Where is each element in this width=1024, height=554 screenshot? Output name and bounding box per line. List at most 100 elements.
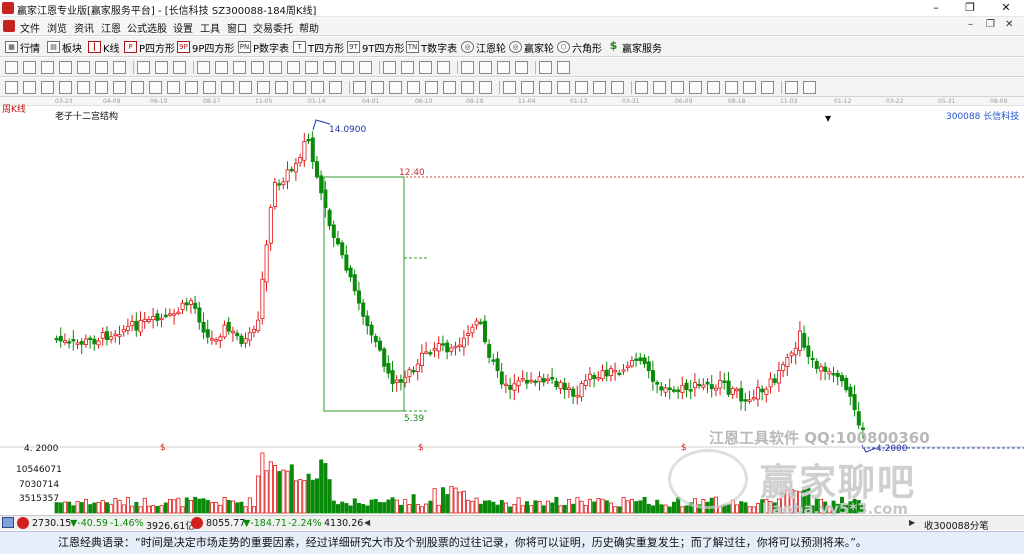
fan-icon[interactable] xyxy=(155,61,168,74)
ray-icon[interactable] xyxy=(371,81,384,94)
arc-icon[interactable] xyxy=(137,61,150,74)
select-icon[interactable] xyxy=(23,81,36,94)
menu-help[interactable]: 帮助 xyxy=(299,20,319,35)
menu-file[interactable]: 文件 xyxy=(20,20,40,35)
fib-icon[interactable] xyxy=(113,81,126,94)
fan-icon[interactable] xyxy=(443,81,456,94)
arc-icon[interactable] xyxy=(437,61,450,74)
menu-formula-select[interactable]: 公式选股 xyxy=(127,20,167,35)
ray-icon[interactable] xyxy=(383,61,396,74)
fan-icon[interactable] xyxy=(149,81,162,94)
cursor-icon[interactable] xyxy=(305,61,318,74)
line-icon[interactable] xyxy=(59,81,72,94)
channel-icon[interactable] xyxy=(95,81,108,94)
box-icon[interactable] xyxy=(539,81,552,94)
cycle-icon[interactable] xyxy=(221,81,234,94)
arrow-icon[interactable] xyxy=(803,81,816,94)
grid-icon[interactable] xyxy=(761,81,774,94)
fib-icon[interactable] xyxy=(113,61,126,74)
select-icon[interactable] xyxy=(611,81,624,94)
fib-icon[interactable] xyxy=(707,81,720,94)
line-icon[interactable] xyxy=(59,61,72,74)
select-icon[interactable] xyxy=(311,81,324,94)
p-square-button[interactable]: P P四方形 xyxy=(124,39,175,55)
winner-service-button[interactable]: $ 赢家服务 xyxy=(607,39,662,55)
select-icon[interactable] xyxy=(23,61,36,74)
winner-wheel-button[interactable]: ◎ 赢家轮 xyxy=(509,39,554,55)
grid-icon[interactable] xyxy=(173,61,186,74)
ray-icon[interactable] xyxy=(77,81,90,94)
chart-dropdown-icon[interactable]: ▼ xyxy=(825,114,831,123)
kline-button[interactable]: ┃ K线 xyxy=(88,39,120,55)
box-icon[interactable] xyxy=(251,61,264,74)
channel-icon[interactable] xyxy=(689,81,702,94)
child-close-button[interactable]: ✕ xyxy=(1005,19,1013,30)
cursor-icon[interactable] xyxy=(5,81,18,94)
scroll-left-icon[interactable]: ◀ xyxy=(364,518,373,528)
arrow-icon[interactable] xyxy=(203,81,216,94)
fan-icon[interactable] xyxy=(743,81,756,94)
select-icon[interactable] xyxy=(323,61,336,74)
cycle-icon[interactable] xyxy=(521,81,534,94)
arrow-icon[interactable] xyxy=(503,81,516,94)
zoom-icon[interactable] xyxy=(329,81,342,94)
ray-icon[interactable] xyxy=(671,81,684,94)
fan-icon[interactable] xyxy=(461,61,474,74)
close-button[interactable]: ✕ xyxy=(990,0,1022,17)
cycle-icon[interactable] xyxy=(233,61,246,74)
grid-icon[interactable] xyxy=(167,81,180,94)
ray-icon[interactable] xyxy=(77,61,90,74)
fib-icon[interactable] xyxy=(407,81,420,94)
pitch-icon[interactable] xyxy=(557,81,570,94)
text-icon[interactable] xyxy=(497,61,510,74)
zoom-icon[interactable] xyxy=(41,81,54,94)
gann-fan-icon[interactable] xyxy=(575,81,588,94)
grid-icon[interactable] xyxy=(461,81,474,94)
line-icon[interactable] xyxy=(653,81,666,94)
arc-icon[interactable] xyxy=(425,81,438,94)
box-icon[interactable] xyxy=(557,61,570,74)
channel-icon[interactable] xyxy=(95,61,108,74)
arrow-icon[interactable] xyxy=(215,61,228,74)
hexagon-button[interactable]: ⬡ 六角形 xyxy=(557,39,602,55)
scroll-right-icon[interactable]: ▶ xyxy=(909,518,918,528)
cursor-icon[interactable] xyxy=(293,81,306,94)
arc-icon[interactable] xyxy=(725,81,738,94)
market-grid-icon[interactable] xyxy=(2,517,14,528)
cursor-icon[interactable] xyxy=(5,61,18,74)
channel-icon[interactable] xyxy=(401,61,414,74)
zoom-icon[interactable] xyxy=(341,61,354,74)
arrow-icon[interactable] xyxy=(515,61,528,74)
menu-tools[interactable]: 工具 xyxy=(200,20,220,35)
9p-square-button[interactable]: 9P 9P四方形 xyxy=(177,39,234,55)
cycle-icon[interactable] xyxy=(539,61,552,74)
box-icon[interactable] xyxy=(239,81,252,94)
cursor-icon[interactable] xyxy=(593,81,606,94)
p-table-button[interactable]: PN P数字表 xyxy=(238,39,289,55)
line-icon[interactable] xyxy=(353,81,366,94)
fib-icon[interactable] xyxy=(419,61,432,74)
menu-settings[interactable]: 设置 xyxy=(173,20,193,35)
channel-icon[interactable] xyxy=(389,81,402,94)
quotes-button[interactable]: ▦ 行情 xyxy=(5,39,40,55)
menu-news[interactable]: 资讯 xyxy=(74,20,94,35)
line-icon[interactable] xyxy=(359,61,372,74)
text-icon[interactable] xyxy=(479,81,492,94)
t-table-button[interactable]: TN T数字表 xyxy=(406,39,457,55)
pitch-icon[interactable] xyxy=(269,61,282,74)
gann-fan-icon[interactable] xyxy=(275,81,288,94)
gann-fan-icon[interactable] xyxy=(287,61,300,74)
9t-square-button[interactable]: 9T 9T四方形 xyxy=(347,39,404,55)
pitch-icon[interactable] xyxy=(257,81,270,94)
child-restore-button[interactable]: ❐ xyxy=(986,19,995,30)
menu-gann[interactable]: 江恩 xyxy=(101,20,121,35)
zoom-icon[interactable] xyxy=(41,61,54,74)
maximize-button[interactable]: ❐ xyxy=(954,0,986,17)
menu-browse[interactable]: 浏览 xyxy=(47,20,67,35)
text-icon[interactable] xyxy=(785,81,798,94)
menu-window[interactable]: 窗口 xyxy=(227,20,247,35)
text-icon[interactable] xyxy=(185,81,198,94)
t-square-button[interactable]: T T四方形 xyxy=(293,39,344,55)
text-icon[interactable] xyxy=(197,61,210,74)
sector-button[interactable]: ▤ 板块 xyxy=(47,39,82,55)
